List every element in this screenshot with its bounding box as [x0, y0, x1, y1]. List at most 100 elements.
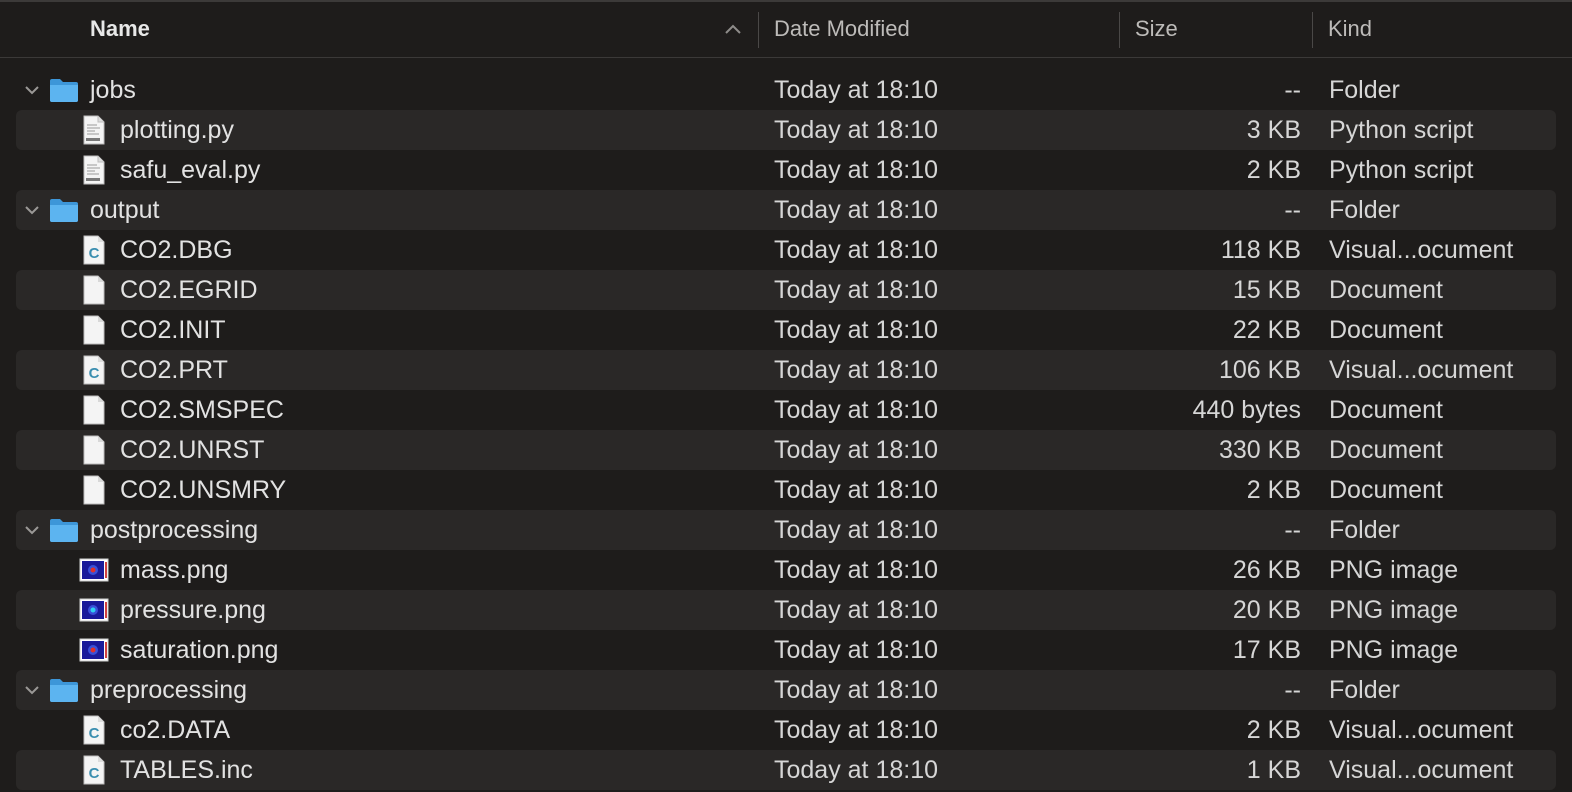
file-kind: PNG image — [1329, 596, 1459, 624]
file-row[interactable]: plotting.py Today at 18:10 3 KB Python scri… — [16, 110, 1556, 150]
file-size: 15 KB — [1232, 276, 1301, 304]
file-row[interactable]: CO2.INIT Today at 18:10 22 KB Document — [16, 310, 1556, 350]
column-divider[interactable] — [1119, 12, 1120, 48]
file-name: CO2.SMSPEC — [120, 396, 284, 424]
file-name: jobs — [90, 76, 136, 104]
disclosure-chevron-icon[interactable] — [22, 521, 42, 539]
file-kind: Visual...ocument — [1329, 236, 1514, 264]
disclosure-chevron-icon[interactable] — [22, 81, 42, 99]
document-icon — [78, 434, 110, 466]
file-size: -- — [1284, 196, 1301, 224]
png-image-icon — [78, 594, 110, 626]
document-icon — [78, 274, 110, 306]
date-modified: Today at 18:10 — [774, 276, 939, 304]
file-name: pressure.png — [120, 596, 266, 624]
python-file-icon — [78, 154, 110, 186]
disclosure-chevron-icon[interactable] — [22, 201, 42, 219]
file-row[interactable]: C TABLES.inc Today at 18:10 1 KB Visual...oc… — [16, 750, 1556, 790]
date-modified: Today at 18:10 — [774, 676, 939, 704]
folder-icon — [48, 674, 80, 706]
date-modified: Today at 18:10 — [774, 436, 939, 464]
date-modified: Today at 18:10 — [774, 756, 939, 784]
file-name: mass.png — [120, 556, 229, 584]
file-kind: Document — [1329, 436, 1443, 464]
file-row[interactable]: C CO2.DBG Today at 18:10 118 KB Visual...ocu… — [16, 230, 1556, 270]
file-name: plotting.py — [120, 116, 234, 144]
file-name: CO2.PRT — [120, 356, 228, 384]
file-kind: Document — [1329, 316, 1443, 344]
c-source-file-icon: C — [78, 354, 110, 386]
column-header-bar: Name Date Modified Size Kind — [0, 2, 1572, 58]
column-divider[interactable] — [1312, 12, 1313, 48]
file-name: saturation.png — [120, 636, 279, 664]
file-kind: Document — [1329, 276, 1443, 304]
column-header-date-modified[interactable]: Date Modified — [774, 2, 910, 56]
date-modified: Today at 18:10 — [774, 156, 939, 184]
folder-row[interactable]: postprocessing Today at 18:10 -- Folder — [16, 510, 1556, 550]
file-size: 106 KB — [1218, 356, 1301, 384]
c-source-file-icon: C — [78, 234, 110, 266]
file-row[interactable]: safu_eval.py Today at 18:10 2 KB Python scr… — [16, 150, 1556, 190]
folder-row[interactable]: output Today at 18:10 -- Folder — [16, 190, 1556, 230]
file-kind: Folder — [1329, 196, 1400, 224]
folder-icon — [48, 514, 80, 546]
folder-icon — [48, 74, 80, 106]
file-size: -- — [1284, 676, 1301, 704]
file-kind: Python script — [1329, 116, 1474, 144]
file-kind: Visual...ocument — [1329, 356, 1514, 384]
python-file-icon — [78, 114, 110, 146]
c-source-file-icon: C — [78, 714, 110, 746]
png-image-icon — [78, 554, 110, 586]
file-row[interactable]: CO2.UNSMRY Today at 18:10 2 KB Document — [16, 470, 1556, 510]
svg-text:C: C — [89, 725, 100, 742]
file-name: TABLES.inc — [120, 756, 253, 784]
date-modified: Today at 18:10 — [774, 396, 939, 424]
folder-row[interactable]: jobs Today at 18:10 -- Folder — [16, 70, 1556, 110]
file-size: 118 KB — [1220, 236, 1301, 264]
column-header-size[interactable]: Size — [1135, 2, 1178, 56]
file-row[interactable]: pressure.png Today at 18:10 20 KB PNG image — [16, 590, 1556, 630]
file-kind: Visual...ocument — [1329, 716, 1514, 744]
file-size: 26 KB — [1232, 556, 1301, 584]
date-modified: Today at 18:10 — [774, 476, 939, 504]
file-kind: Folder — [1329, 676, 1400, 704]
file-kind: Python script — [1329, 156, 1474, 184]
finder-list-view: Name Date Modified Size Kind jobs Today a… — [0, 0, 1572, 792]
file-row[interactable]: Cco2.DATA Today at 18:10 2 KB Visual...ocum… — [16, 710, 1556, 750]
sort-ascending-icon[interactable] — [724, 22, 742, 36]
date-modified: Today at 18:10 — [774, 76, 939, 104]
file-row[interactable]: saturation.png Today at 18:10 17 KB PNG ima… — [16, 630, 1556, 670]
file-name: safu_eval.py — [120, 156, 261, 184]
column-header-name[interactable]: Name — [90, 2, 150, 56]
file-row[interactable]: mass.png Today at 18:10 26 KB PNG image — [16, 550, 1556, 590]
document-icon — [78, 474, 110, 506]
file-kind: Folder — [1329, 516, 1400, 544]
date-modified: Today at 18:10 — [774, 516, 939, 544]
svg-text:C: C — [89, 365, 100, 382]
folder-row[interactable]: preprocessing Today at 18:10 -- Folder — [16, 670, 1556, 710]
file-size: -- — [1284, 76, 1301, 104]
svg-text:C: C — [89, 245, 100, 262]
file-list: jobs Today at 18:10 -- Folder plotting.py Tod… — [16, 70, 1556, 790]
file-kind: PNG image — [1329, 636, 1459, 664]
file-name: preprocessing — [90, 676, 248, 704]
file-name: CO2.UNRST — [120, 436, 265, 464]
file-kind: Document — [1329, 476, 1443, 504]
column-header-kind[interactable]: Kind — [1328, 2, 1372, 56]
date-modified: Today at 18:10 — [774, 596, 939, 624]
file-kind: Document — [1329, 396, 1443, 424]
file-name: CO2.DBG — [120, 236, 233, 264]
column-divider[interactable] — [758, 12, 759, 48]
disclosure-chevron-icon[interactable] — [22, 681, 42, 699]
file-name: co2.DATA — [120, 716, 231, 744]
date-modified: Today at 18:10 — [774, 196, 939, 224]
file-size: 22 KB — [1232, 316, 1301, 344]
file-name: CO2.INIT — [120, 316, 226, 344]
file-row[interactable]: CO2.SMSPEC Today at 18:10 440 bytes Documen… — [16, 390, 1556, 430]
date-modified: Today at 18:10 — [774, 356, 939, 384]
date-modified: Today at 18:10 — [774, 636, 939, 664]
file-row[interactable]: C CO2.PRT Today at 18:10 106 KB Visual...ocu… — [16, 350, 1556, 390]
file-row[interactable]: CO2.EGRID Today at 18:10 15 KB Document — [16, 270, 1556, 310]
file-size: 2 KB — [1246, 476, 1301, 504]
file-row[interactable]: CO2.UNRST Today at 18:10 330 KB Document — [16, 430, 1556, 470]
